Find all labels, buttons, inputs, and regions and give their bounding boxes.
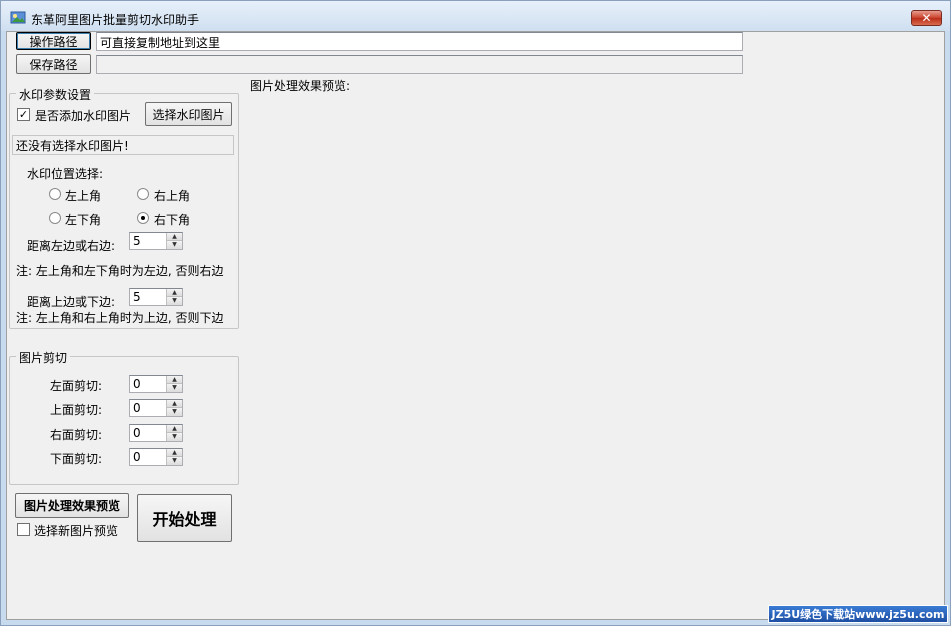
- spinner-arrows: ▲ ▼: [166, 400, 182, 416]
- crop-right-label: 右面剪切:: [50, 428, 103, 442]
- spinner-arrows: ▲ ▼: [166, 449, 182, 465]
- horizontal-offset-label: 距离左边或右边:: [27, 239, 116, 253]
- operate-path-button[interactable]: 操作路径: [16, 32, 91, 50]
- radio-top-right-label: 右上角: [154, 189, 191, 203]
- crop-left-label: 左面剪切:: [50, 379, 103, 393]
- crop-bottom-value: 0: [133, 450, 141, 464]
- radio-bottom-right-label: 右下角: [154, 213, 191, 227]
- select-watermark-button[interactable]: 选择水印图片: [145, 102, 232, 126]
- spin-up-icon[interactable]: ▲: [167, 289, 182, 297]
- spin-up-icon[interactable]: ▲: [167, 376, 182, 384]
- spin-down-icon[interactable]: ▼: [167, 408, 182, 416]
- vertical-offset-spinner[interactable]: 5 ▲ ▼: [129, 288, 183, 306]
- vertical-offset-value: 5: [133, 290, 141, 304]
- add-watermark-label: 是否添加水印图片: [35, 109, 132, 123]
- window-title: 东革阿里图片批量剪切水印助手: [31, 13, 200, 27]
- spin-up-icon[interactable]: ▲: [167, 425, 182, 433]
- new-preview-label: 选择新图片预览: [34, 524, 119, 538]
- watermark-settings-group: 水印参数设置 ✓ 是否添加水印图片 选择水印图片 还没有选择水印图片! 水印位置…: [9, 86, 239, 329]
- crop-top-label: 上面剪切:: [50, 403, 103, 417]
- watermark-status-field: 还没有选择水印图片!: [12, 135, 234, 155]
- crop-bottom-label: 下面剪切:: [50, 452, 103, 466]
- client-area: 操作路径 可直接复制地址到这里 保存路径 图片处理效果预览: 水印参数设置 ✓ …: [6, 31, 945, 620]
- site-watermark-badge: JZ5U绿色下载站www.jz5u.com: [768, 605, 948, 623]
- app-icon: [10, 11, 26, 24]
- radio-bottom-left-label: 左下角: [65, 213, 102, 227]
- spin-down-icon[interactable]: ▼: [167, 297, 182, 305]
- start-processing-button[interactable]: 开始处理: [137, 494, 232, 542]
- radio-bottom-left[interactable]: [49, 212, 61, 224]
- crop-bottom-spinner[interactable]: 0 ▲ ▼: [129, 448, 183, 466]
- radio-top-left-label: 左上角: [65, 189, 102, 203]
- spin-up-icon[interactable]: ▲: [167, 449, 182, 457]
- preview-effect-button[interactable]: 图片处理效果预览: [15, 493, 129, 518]
- spinner-arrows: ▲ ▼: [166, 425, 182, 441]
- spin-down-icon[interactable]: ▼: [167, 457, 182, 465]
- spin-up-icon[interactable]: ▲: [167, 233, 182, 241]
- save-path-button[interactable]: 保存路径: [16, 54, 91, 74]
- spinner-arrows: ▲ ▼: [166, 376, 182, 392]
- horizontal-offset-value: 5: [133, 234, 141, 248]
- crop-top-value: 0: [133, 401, 141, 415]
- watermark-group-title: 水印参数设置: [16, 86, 95, 103]
- crop-left-spinner[interactable]: 0 ▲ ▼: [129, 375, 183, 393]
- radio-bottom-right[interactable]: [137, 212, 149, 224]
- radio-top-left[interactable]: [49, 188, 61, 200]
- crop-left-value: 0: [133, 377, 141, 391]
- vertical-offset-label: 距离上边或下边:: [27, 295, 116, 309]
- horizontal-note: 注: 左上角和左下角时为左边, 否则右边: [16, 264, 224, 278]
- preview-label: 图片处理效果预览:: [250, 79, 351, 93]
- radio-top-right[interactable]: [137, 188, 149, 200]
- spinner-arrows: ▲ ▼: [166, 289, 182, 305]
- app-window: 东革阿里图片批量剪切水印助手 ✕ 操作路径 可直接复制地址到这里 保存路径 图片…: [0, 0, 951, 626]
- vertical-note: 注: 左上角和右上角时为上边, 否则下边: [16, 311, 224, 325]
- spin-down-icon[interactable]: ▼: [167, 384, 182, 392]
- crop-right-spinner[interactable]: 0 ▲ ▼: [129, 424, 183, 442]
- spinner-arrows: ▲ ▼: [166, 233, 182, 249]
- crop-right-value: 0: [133, 426, 141, 440]
- crop-settings-group: 图片剪切 左面剪切: 0 ▲ ▼ 上面剪切: 0 ▲ ▼ 右面剪切: 0 ▲ ▼…: [9, 349, 239, 485]
- title-bar[interactable]: 东革阿里图片批量剪切水印助手 ✕: [1, 1, 950, 31]
- crop-top-spinner[interactable]: 0 ▲ ▼: [129, 399, 183, 417]
- position-label: 水印位置选择:: [27, 167, 104, 181]
- spin-down-icon[interactable]: ▼: [167, 241, 182, 249]
- new-preview-checkbox[interactable]: [17, 523, 30, 536]
- close-button[interactable]: ✕: [911, 10, 942, 26]
- preview-area: [250, 94, 940, 614]
- save-path-input[interactable]: [96, 55, 743, 74]
- spin-up-icon[interactable]: ▲: [167, 400, 182, 408]
- horizontal-offset-spinner[interactable]: 5 ▲ ▼: [129, 232, 183, 250]
- crop-group-title: 图片剪切: [16, 349, 71, 366]
- operate-path-input[interactable]: 可直接复制地址到这里: [96, 32, 743, 51]
- add-watermark-checkbox[interactable]: ✓: [17, 108, 30, 121]
- spin-down-icon[interactable]: ▼: [167, 433, 182, 441]
